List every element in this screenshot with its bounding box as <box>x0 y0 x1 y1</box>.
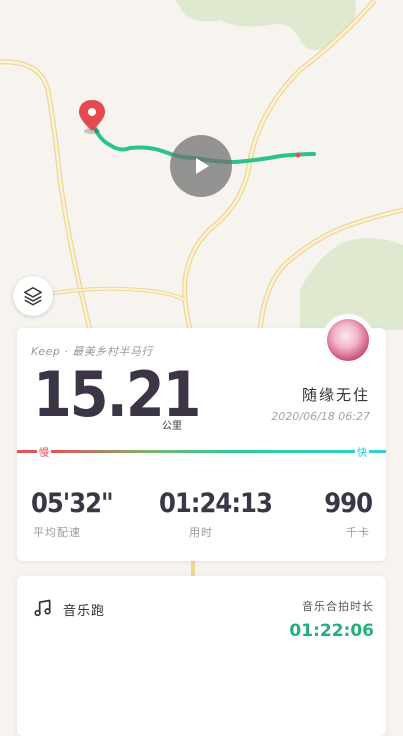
music-run-title: 音乐跑 <box>63 604 106 619</box>
duration-value: 01:24:13 <box>159 488 273 519</box>
music-sync-duration-label: 音乐合拍时长 <box>302 600 374 613</box>
play-icon <box>196 158 209 174</box>
avatar[interactable] <box>322 314 374 366</box>
activity-summary-card: Keep · 最美乡村半马行 15.21 公里 随缘无住 2020/06/18 … <box>17 328 386 561</box>
activity-title: Keep · 最美乡村半马行 <box>31 345 153 358</box>
activity-datetime: 2020/06/18 06:27 <box>271 410 370 423</box>
map-layers-button[interactable] <box>13 276 53 316</box>
calories-value: 990 <box>324 488 373 519</box>
location-pin-icon <box>79 100 105 134</box>
map-park-area <box>175 0 356 50</box>
duration-label: 用时 <box>189 526 213 539</box>
pace-fast-label: 快 <box>355 444 369 459</box>
route-end-marker <box>295 152 301 158</box>
avg-pace-label: 平均配速 <box>33 526 81 539</box>
distance-unit: 公里 <box>162 421 182 432</box>
username[interactable]: 随缘无住 <box>302 384 370 405</box>
play-button[interactable] <box>170 135 232 197</box>
avg-pace-value: 05'32" <box>31 488 114 519</box>
avatar-image <box>325 317 371 363</box>
music-sync-duration-value: 01:22:06 <box>289 621 374 641</box>
music-run-card[interactable]: 音乐跑 音乐合拍时长 01:22:06 <box>17 576 386 736</box>
calories-label: 千卡 <box>346 526 370 539</box>
layers-icon <box>24 287 42 306</box>
music-note-icon <box>34 599 51 617</box>
pace-slow-label: 慢 <box>37 444 51 459</box>
pace-gradient-bar <box>17 450 386 453</box>
